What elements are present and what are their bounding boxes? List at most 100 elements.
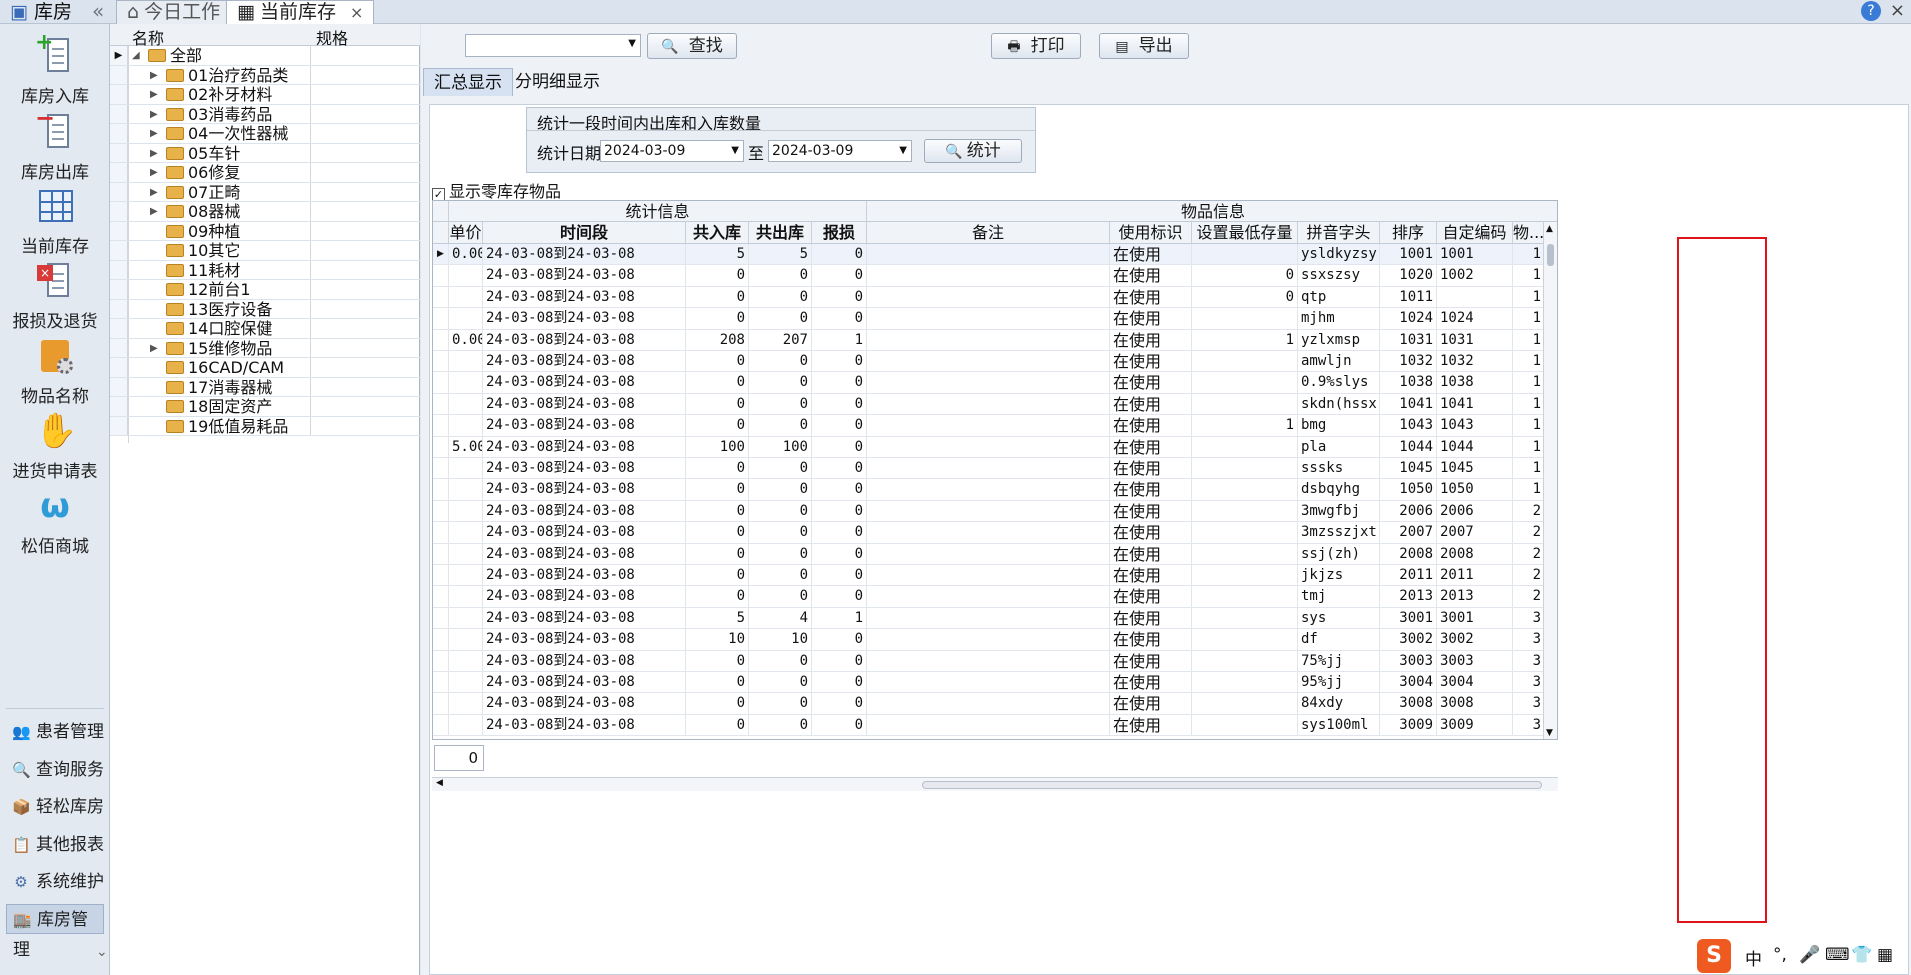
nav-patients[interactable]: 👥 患者管理 bbox=[6, 717, 104, 747]
ime-logo[interactable]: S bbox=[1697, 939, 1731, 973]
scroll-up-icon[interactable]: ▲ bbox=[1546, 224, 1553, 234]
tree-row[interactable]: ▶ 04一次性器械 bbox=[110, 124, 420, 144]
nav-system[interactable]: ⚙ 系统维护 bbox=[6, 867, 104, 897]
table-row[interactable]: 24-03-08到24-03-08 5 4 1 在使用 sys 3001 3001 3 bbox=[433, 607, 1557, 630]
table-row[interactable]: 24-03-08到24-03-08 0 0 0 在使用 0 ssxszsy 1020 1002 1 bbox=[433, 265, 1557, 287]
nav-stock-in[interactable]: + 库房入库 bbox=[0, 30, 110, 107]
tab-current-inventory[interactable]: ▦ 当前库存 × bbox=[226, 0, 375, 24]
help-icon[interactable]: ? bbox=[1861, 1, 1881, 21]
col-loss[interactable]: 报损 bbox=[812, 222, 867, 243]
microphone-icon[interactable]: 🎤 bbox=[1799, 945, 1820, 965]
nav-warehouse-mgmt[interactable]: 🏬 库房管理 bbox=[6, 904, 104, 960]
search-combobox[interactable]: ▼ bbox=[465, 34, 641, 57]
tree-row[interactable]: 16CAD/CAM bbox=[110, 358, 420, 378]
date-to-field[interactable]: 2024-03-09 ▼ bbox=[768, 140, 912, 162]
nav-stock-out[interactable]: − 库房出库 bbox=[0, 104, 110, 183]
tree-row[interactable]: ▶ 05车针 bbox=[110, 143, 420, 163]
tree-row[interactable]: ▶ 15维修物品 bbox=[110, 338, 420, 358]
tree-row[interactable]: 12前台1 bbox=[110, 280, 420, 300]
expand-arrow-icon[interactable]: ▶ bbox=[150, 339, 158, 358]
apps-icon[interactable]: ▦ bbox=[1877, 945, 1893, 965]
table-row[interactable]: 24-03-08到24-03-08 0 0 0 在使用 tmj 2013 2013 2 bbox=[433, 586, 1557, 608]
tree-row[interactable]: 14口腔保健 bbox=[110, 319, 420, 339]
tree-row[interactable]: 13医疗设备 bbox=[110, 299, 420, 319]
more-icon[interactable]: ⌄ bbox=[96, 944, 108, 960]
table-row[interactable]: 24-03-08到24-03-08 0 0 0 在使用 amwljn 1032 1032 1 bbox=[433, 351, 1557, 373]
expand-arrow-icon[interactable]: ▶ bbox=[150, 183, 158, 202]
nav-loss-return[interactable]: × 报损及退货 bbox=[0, 261, 110, 332]
table-row[interactable]: 24-03-08到24-03-08 0 0 0 在使用 75%jj 3003 3003 3 bbox=[433, 650, 1557, 672]
nav-mall[interactable]: ω 松佰商城 bbox=[0, 486, 110, 557]
ime-lang[interactable]: 中 bbox=[1745, 945, 1762, 970]
table-row[interactable]: 24-03-08到24-03-08 0 0 0 在使用 0.9%slys 1038 1038 1 bbox=[433, 372, 1557, 394]
col-custom-code[interactable]: 自定编码 bbox=[1437, 222, 1513, 243]
nav-reports[interactable]: 📋 其他报表 bbox=[6, 830, 104, 860]
table-row[interactable]: 24-03-08到24-03-08 0 0 0 在使用 3mwgfbj 2006 2006 2 bbox=[433, 500, 1557, 523]
tree-row-root[interactable]: ▶ ◢ 全部 bbox=[110, 46, 420, 66]
tree-row[interactable]: 19低值易耗品 bbox=[110, 416, 420, 436]
tab-summary[interactable]: 汇总显示 bbox=[423, 68, 513, 96]
table-row[interactable]: 24-03-08到24-03-08 0 0 0 在使用 1 bmg 1043 1043 1 bbox=[433, 415, 1557, 437]
collapse-nav-button[interactable]: « bbox=[92, 0, 104, 22]
table-row[interactable]: 24-03-08到24-03-08 0 0 0 在使用 0 qtp 1011 1 bbox=[433, 286, 1557, 309]
tree-row[interactable]: ▶ 02补牙材料 bbox=[110, 85, 420, 105]
table-row[interactable]: 5.00 24-03-08到24-03-08 100 100 0 在使用 pla 1044 10… bbox=[433, 436, 1557, 458]
tree-row[interactable]: ▶ 08器械 bbox=[110, 202, 420, 222]
table-row[interactable]: 24-03-08到24-03-08 0 0 0 在使用 ssj(zh) 2008 2008 2 bbox=[433, 543, 1557, 565]
col-total-in[interactable]: 共入库 bbox=[686, 222, 749, 243]
expand-arrow-icon[interactable]: ▶ bbox=[150, 105, 158, 124]
table-row[interactable]: 24-03-08到24-03-08 0 0 0 在使用 84xdy 3008 3008 3 bbox=[433, 693, 1557, 715]
grid-horizontal-scrollbar[interactable]: ◀ bbox=[432, 777, 1558, 791]
grid-vertical-scrollbar[interactable]: ▲ ▼ bbox=[1543, 222, 1557, 739]
tree-row[interactable]: ▶ 06修复 bbox=[110, 163, 420, 183]
table-row[interactable]: 24-03-08到24-03-08 0 0 0 在使用 skdn(hssx 1041 1041… bbox=[433, 393, 1557, 416]
table-row[interactable]: ▶ 0.00 24-03-08到24-03-08 5 5 0 在使用 ysldkyzsy 100… bbox=[433, 244, 1557, 266]
col-unit-price[interactable]: 单价 bbox=[449, 222, 483, 243]
tree-row[interactable]: 11耗材 bbox=[110, 260, 420, 280]
print-button[interactable]: 🖶 打印 bbox=[991, 33, 1081, 59]
date-from-field[interactable]: 2024-03-09 ▼ bbox=[600, 140, 744, 162]
tree-row[interactable]: ▶ 01治疗药品类 bbox=[110, 65, 420, 85]
collapse-arrow-icon[interactable]: ◢ bbox=[132, 46, 140, 65]
expand-arrow-icon[interactable]: ▶ bbox=[150, 163, 158, 182]
tree-row[interactable]: 10其它 bbox=[110, 241, 420, 261]
col-pinyin[interactable]: 拼音字头 bbox=[1298, 222, 1380, 243]
scroll-left-icon[interactable]: ◀ bbox=[436, 778, 443, 788]
export-button[interactable]: ▤ 导出 bbox=[1099, 33, 1189, 59]
search-button[interactable]: 🔍 查找 bbox=[647, 33, 737, 59]
expand-arrow-icon[interactable]: ▶ bbox=[150, 144, 158, 163]
expand-arrow-icon[interactable]: ▶ bbox=[150, 85, 158, 104]
stats-button[interactable]: 🔍 统计 bbox=[924, 139, 1022, 163]
col-remark[interactable]: 备注 bbox=[867, 222, 1110, 243]
nav-query[interactable]: 🔍 查询服务 bbox=[6, 755, 104, 785]
col-period[interactable]: 时间段 bbox=[483, 222, 686, 243]
tree-row[interactable]: ▶ 03消毒药品 bbox=[110, 104, 420, 124]
tab-detail[interactable]: 分明细显示 bbox=[505, 68, 610, 96]
col-sort[interactable]: 排序 bbox=[1380, 222, 1437, 243]
table-row[interactable]: 0.00 24-03-08到24-03-08 208 207 1 在使用 1 yzlxmsp 1… bbox=[433, 329, 1557, 351]
tree-row[interactable]: 17消毒器械 bbox=[110, 377, 420, 397]
skin-icon[interactable]: 👕 bbox=[1851, 945, 1872, 965]
show-zero-checkbox[interactable]: ✓ 显示零库存物品 bbox=[432, 178, 561, 202]
table-row[interactable]: 24-03-08到24-03-08 0 0 0 在使用 dsbqyhg 1050 1050 1 bbox=[433, 479, 1557, 501]
col-more[interactable]: 物... bbox=[1513, 222, 1545, 243]
nav-current-inventory[interactable]: 当前库存 bbox=[0, 186, 110, 257]
nav-easy-store[interactable]: 📦 轻松库房 bbox=[6, 792, 104, 822]
tree-row[interactable]: 18固定资产 bbox=[110, 397, 420, 417]
expand-arrow-icon[interactable]: ▶ bbox=[150, 202, 158, 221]
col-total-out[interactable]: 共出库 bbox=[749, 222, 812, 243]
close-window-icon[interactable]: × bbox=[1890, 0, 1905, 21]
col-min-stock[interactable]: 设置最低存量 bbox=[1192, 222, 1298, 243]
tab-today-work[interactable]: ⌂ 今日工作 bbox=[116, 0, 232, 24]
tree-row[interactable]: 09种植 bbox=[110, 221, 420, 241]
col-status[interactable]: 使用标识 bbox=[1110, 222, 1192, 243]
nav-item-names[interactable]: 物品名称 bbox=[0, 336, 110, 407]
table-row[interactable]: 24-03-08到24-03-08 0 0 0 在使用 jkjzs 2011 2011 2 bbox=[433, 565, 1557, 587]
expand-arrow-icon[interactable]: ▶ bbox=[150, 124, 158, 143]
table-row[interactable]: 24-03-08到24-03-08 0 0 0 在使用 sssks 1045 1045 1 bbox=[433, 458, 1557, 480]
table-row[interactable]: 24-03-08到24-03-08 0 0 0 在使用 sys100ml 3009 3009 3 bbox=[433, 714, 1557, 737]
ime-punct[interactable]: °, bbox=[1773, 945, 1787, 965]
scroll-thumb[interactable] bbox=[1547, 244, 1554, 266]
table-row[interactable]: 24-03-08到24-03-08 0 0 0 在使用 95%jj 3004 3004 3 bbox=[433, 672, 1557, 694]
scroll-down-icon[interactable]: ▼ bbox=[1546, 728, 1553, 738]
